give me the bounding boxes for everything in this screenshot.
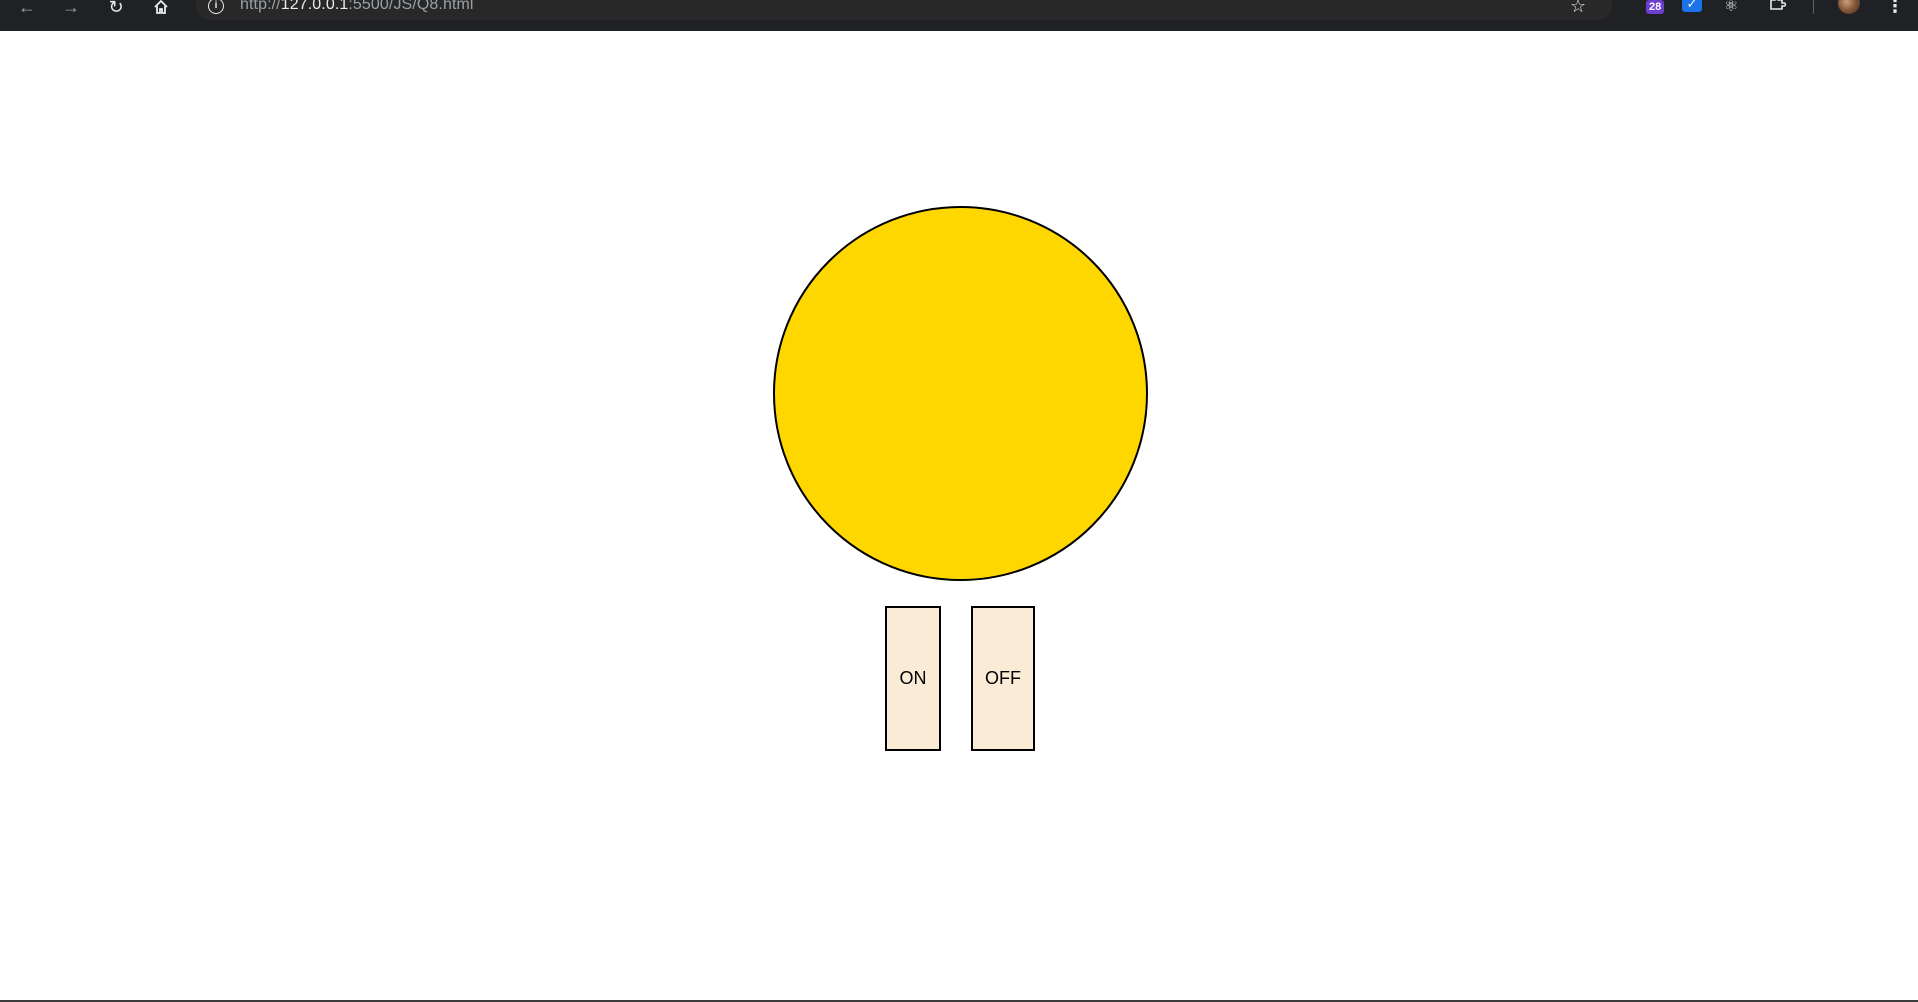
more-vert-icon[interactable]: ⋮ — [1886, 0, 1904, 17]
browser-toolbar: ← → ↻ i http://127.0.0.1:5500/JS/Q8.html… — [0, 0, 1918, 31]
extension-with-badge[interactable]: 28 — [1636, 0, 1665, 18]
light-bulb — [773, 206, 1148, 581]
url-scheme: http:// — [240, 0, 281, 13]
home-icon[interactable] — [148, 0, 174, 14]
puzzle-icon[interactable] — [1770, 0, 1787, 15]
check-extension-icon[interactable]: ✓ — [1682, 0, 1702, 12]
address-bar-url[interactable]: http://127.0.0.1:5500/JS/Q8.html — [240, 0, 474, 14]
off-button[interactable]: OFF — [971, 606, 1035, 751]
home-icon-shape — [154, 0, 168, 14]
off-button-label: OFF — [985, 668, 1021, 688]
puzzle-icon-shape — [1770, 0, 1787, 10]
extension-badge: 28 — [1646, 0, 1665, 14]
toolbar-divider — [1813, 0, 1814, 14]
atom-icon[interactable]: ⚛ — [1724, 0, 1738, 16]
reload-icon[interactable]: ↻ — [103, 0, 129, 16]
star-icon[interactable]: ☆ — [1570, 0, 1586, 17]
profile-avatar[interactable] — [1838, 0, 1860, 14]
on-button-label: ON — [899, 668, 927, 688]
forward-arrow-icon[interactable]: → — [58, 0, 84, 16]
on-button[interactable]: ON — [885, 606, 941, 751]
back-arrow-icon[interactable]: ← — [14, 0, 40, 16]
url-host: 127.0.0.1 — [280, 0, 349, 13]
url-path: :5500/JS/Q8.html — [348, 0, 474, 13]
